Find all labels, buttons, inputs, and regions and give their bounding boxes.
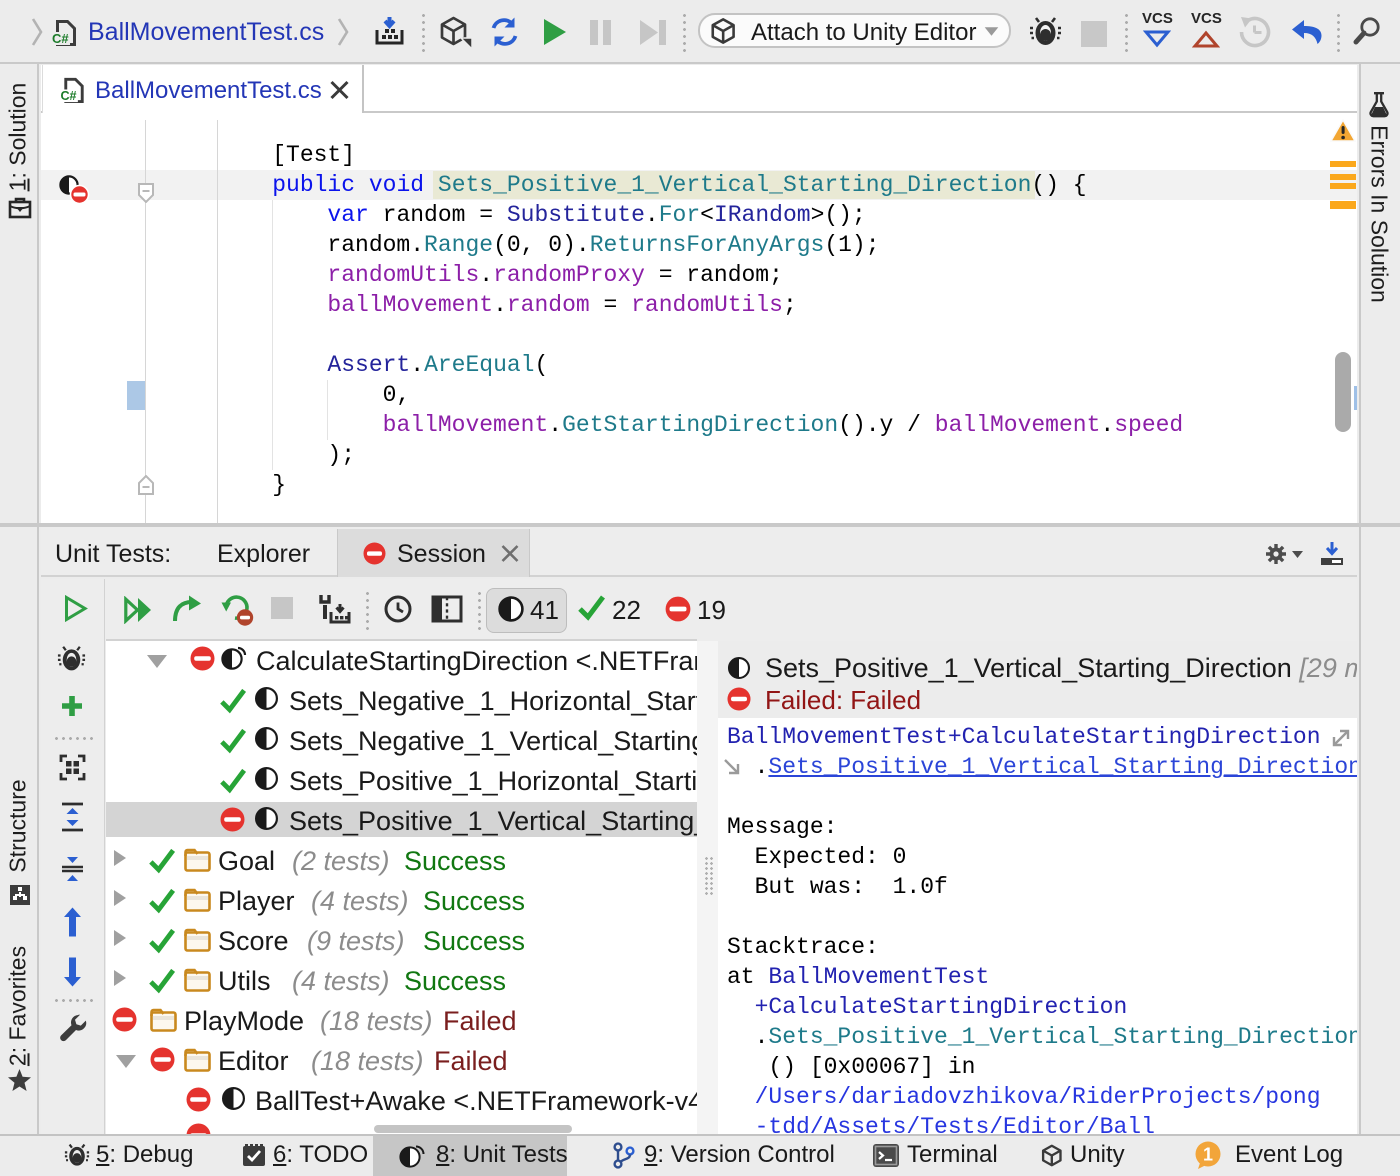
svg-text:1: 1 xyxy=(1203,1145,1213,1165)
svg-text:C#: C# xyxy=(52,31,69,46)
svg-text:C#: C# xyxy=(60,89,76,103)
